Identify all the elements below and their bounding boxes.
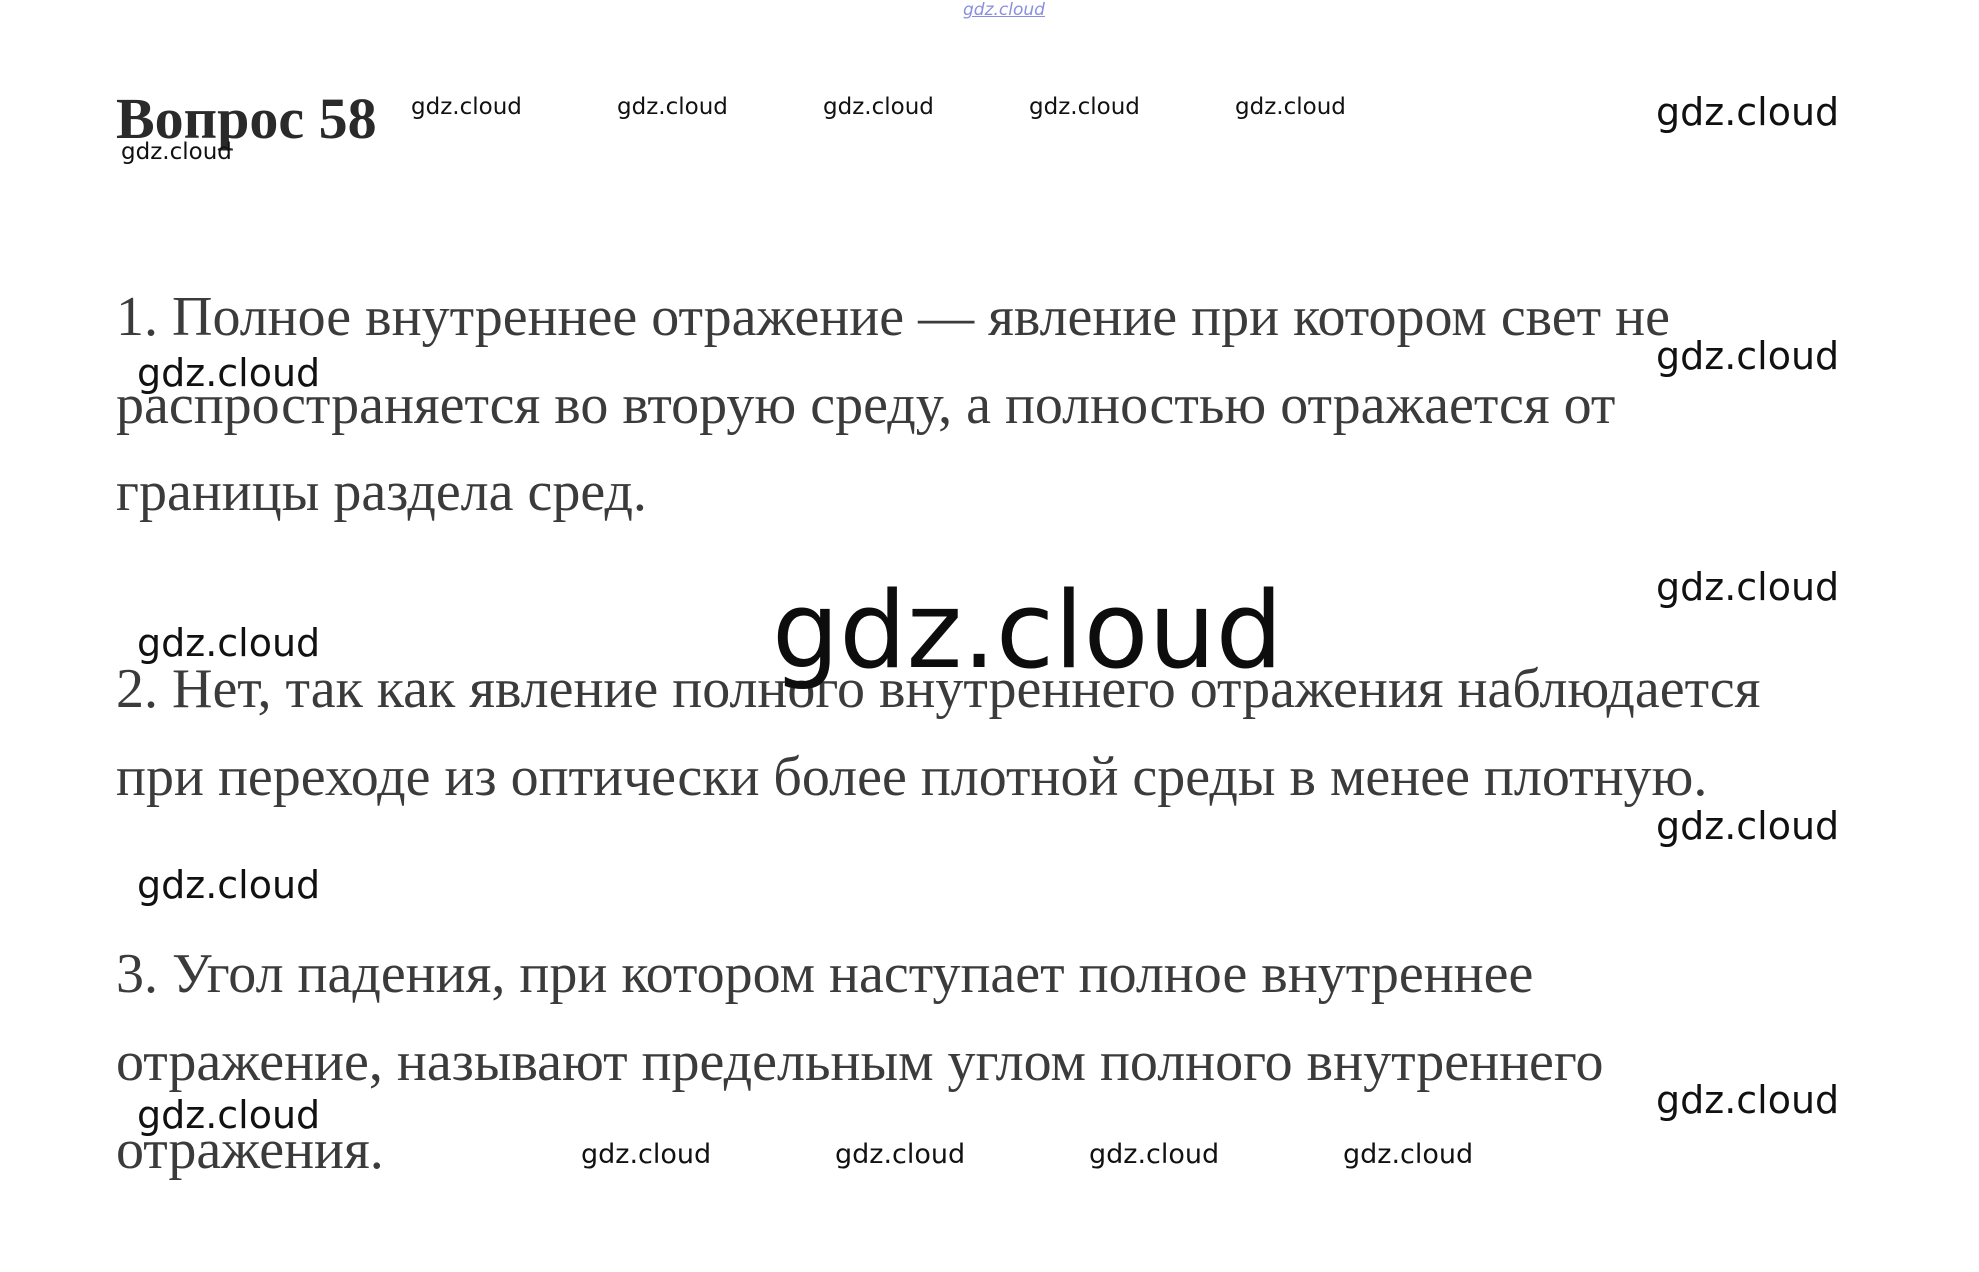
watermark: gdz.cloud [1656, 90, 1840, 134]
watermark: gdz.cloud [617, 94, 728, 120]
watermark: gdz.cloud [1029, 94, 1140, 120]
watermark: gdz.cloud [1235, 94, 1346, 120]
watermark: gdz.cloud [1656, 565, 1840, 609]
answer-3-line-2: отражение, называют предельным углом пол… [116, 1031, 1604, 1093]
watermark: gdz.cloud [1089, 1139, 1220, 1170]
watermark-top-link[interactable]: gdz.cloud [963, 2, 1045, 19]
answer-2-line-1: 2. Нет, так как явление полного внутренн… [116, 658, 1761, 720]
watermark: gdz.cloud [1656, 804, 1840, 848]
watermark: gdz.cloud [1656, 1078, 1840, 1122]
answer-2-line-2: при переходе из оптически более плотной … [116, 746, 1708, 808]
watermark: gdz.cloud [1656, 334, 1840, 378]
answer-1-line-1: 1. Полное внутреннее отражение — явление… [116, 286, 1670, 348]
answer-3-line-3: отражения. [116, 1119, 384, 1181]
answer-1-line-2: распространяется во вторую среду, а полн… [116, 374, 1616, 436]
watermark: gdz.cloud [581, 1139, 712, 1170]
page-title: Вопрос 58 [116, 86, 377, 151]
answer-3-line-1: 3. Угол падения, при котором наступает п… [116, 943, 1534, 1005]
answer-1-line-3: границы раздела сред. [116, 461, 647, 523]
watermark: gdz.cloud [835, 1139, 966, 1170]
watermark: gdz.cloud [823, 94, 934, 120]
watermark: gdz.cloud [411, 94, 522, 120]
watermark: gdz.cloud [137, 863, 321, 907]
watermark: gdz.cloud [1343, 1139, 1474, 1170]
